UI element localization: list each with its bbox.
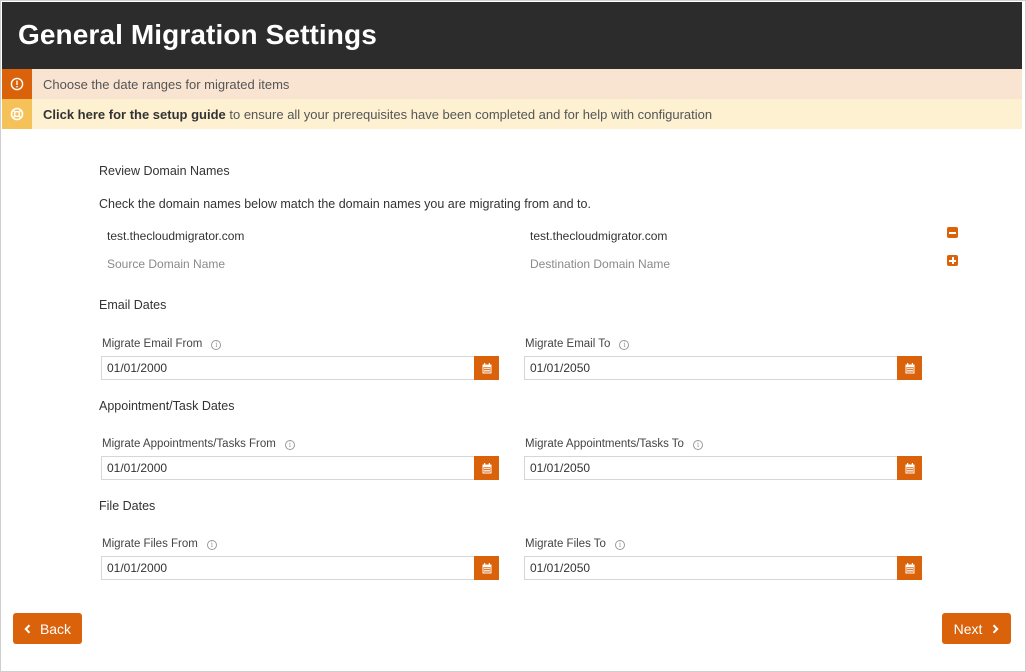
info-icon[interactable]: i — [614, 540, 625, 550]
info-banner-text: Choose the date ranges for migrated item… — [43, 77, 290, 92]
info-icon[interactable]: i — [692, 440, 703, 450]
destination-domain-input[interactable]: Destination Domain Name — [530, 257, 670, 271]
source-domain-value[interactable]: test.thecloudmigrator.com — [107, 229, 244, 243]
appointments-to-label-text: Migrate Appointments/Tasks To — [525, 438, 684, 450]
page-title: General Migration Settings — [18, 19, 377, 50]
info-banner: Choose the date ranges for migrated item… — [2, 69, 1022, 99]
files-to-label-text: Migrate Files To — [525, 538, 606, 550]
calendar-icon[interactable] — [474, 356, 499, 380]
appointments-from-label: Migrate Appointments/Tasks From i — [102, 438, 295, 450]
calendar-icon[interactable] — [474, 556, 499, 580]
domain-section-heading: Review Domain Names — [99, 164, 230, 178]
appointments-from-label-text: Migrate Appointments/Tasks From — [102, 438, 276, 450]
next-button-label: Next — [953, 620, 983, 637]
appointments-from-field — [101, 456, 499, 480]
email-from-field — [101, 356, 499, 380]
info-icon[interactable]: i — [284, 440, 295, 450]
email-dates-heading: Email Dates — [99, 298, 167, 312]
source-domain-input[interactable]: Source Domain Name — [107, 257, 225, 271]
back-button-label: Back — [39, 620, 72, 637]
calendar-icon[interactable] — [897, 456, 922, 480]
email-from-label: Migrate Email From i — [102, 338, 222, 350]
calendar-icon[interactable] — [474, 456, 499, 480]
back-button[interactable]: Back — [13, 613, 82, 644]
minus-square-icon[interactable] — [947, 227, 958, 238]
file-dates-heading: File Dates — [99, 499, 156, 513]
info-icon — [2, 69, 32, 99]
domain-section-description: Check the domain names below match the d… — [99, 197, 591, 211]
calendar-icon[interactable] — [897, 556, 922, 580]
appointments-to-input[interactable] — [525, 457, 896, 479]
files-from-input[interactable] — [102, 557, 473, 579]
info-icon[interactable]: i — [206, 540, 217, 550]
appointments-dates-heading: Appointment/Task Dates — [99, 399, 235, 413]
appointments-to-label: Migrate Appointments/Tasks To i — [525, 438, 703, 450]
email-to-field — [524, 356, 922, 380]
plus-square-icon[interactable] — [947, 255, 958, 266]
info-icon[interactable]: i — [211, 340, 222, 350]
files-to-field — [524, 556, 922, 580]
guide-banner-rest: to ensure all your prerequisites have be… — [225, 107, 713, 122]
info-icon[interactable]: i — [619, 340, 630, 350]
files-from-label: Migrate Files From i — [102, 538, 217, 550]
email-from-input[interactable] — [102, 357, 473, 379]
files-from-label-text: Migrate Files From — [102, 538, 198, 550]
guide-banner-text: Click here for the setup guide to ensure… — [43, 107, 712, 122]
email-to-label: Migrate Email To i — [525, 338, 630, 350]
next-button[interactable]: Next — [942, 613, 1011, 644]
email-to-label-text: Migrate Email To — [525, 338, 611, 350]
chevron-right-icon — [992, 621, 999, 637]
life-ring-icon — [2, 99, 32, 129]
page-header: General Migration Settings — [2, 2, 1022, 69]
email-to-input[interactable] — [525, 357, 896, 379]
guide-banner: Click here for the setup guide to ensure… — [2, 99, 1022, 129]
calendar-icon[interactable] — [897, 356, 922, 380]
destination-domain-value[interactable]: test.thecloudmigrator.com — [530, 229, 667, 243]
setup-guide-link[interactable]: Click here for the setup guide — [43, 107, 226, 122]
files-to-label: Migrate Files To i — [525, 538, 625, 550]
email-from-label-text: Migrate Email From — [102, 338, 203, 350]
appointments-from-input[interactable] — [102, 457, 473, 479]
appointments-to-field — [524, 456, 922, 480]
chevron-left-icon — [24, 621, 31, 637]
files-to-input[interactable] — [525, 557, 896, 579]
files-from-field — [101, 556, 499, 580]
